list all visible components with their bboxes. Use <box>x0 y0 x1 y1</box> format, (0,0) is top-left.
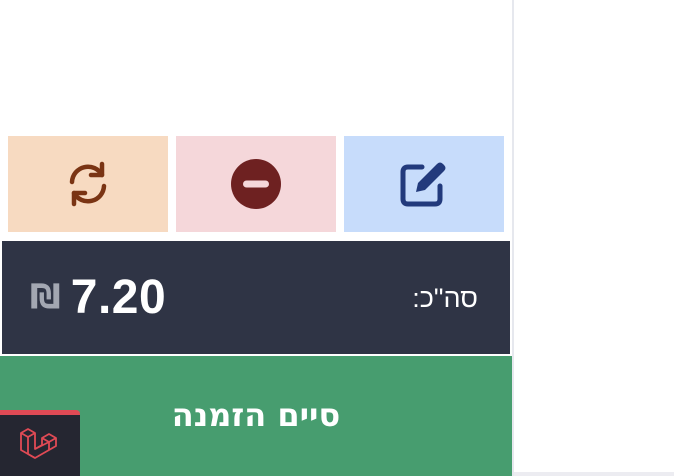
edit-icon <box>400 162 446 207</box>
bottom-edge <box>514 472 674 476</box>
finish-order-label: סיים הזמנה <box>171 396 341 434</box>
order-total-bar: ₪ 7.20 סה"כ: <box>2 241 510 354</box>
total-amount-value: 7.20 <box>70 270 167 324</box>
refresh-button[interactable] <box>8 136 168 232</box>
order-panel: ₪ 7.20 סה"כ: סיים הזמנה <box>0 0 512 476</box>
remove-item-button[interactable] <box>176 136 336 232</box>
refresh-icon <box>69 161 107 207</box>
minus-circle-icon <box>231 159 281 209</box>
total-label: סה"כ: <box>412 283 478 313</box>
laravel-logo-icon <box>20 427 57 459</box>
edit-item-button[interactable] <box>344 136 504 232</box>
dev-toolbar-badge[interactable] <box>0 410 80 476</box>
shekel-currency-icon: ₪ <box>30 277 61 317</box>
app-screen: ₪ 7.20 סה"כ: סיים הזמנה <box>0 0 674 476</box>
panel-divider <box>512 0 514 476</box>
total-amount: ₪ 7.20 <box>30 269 166 325</box>
